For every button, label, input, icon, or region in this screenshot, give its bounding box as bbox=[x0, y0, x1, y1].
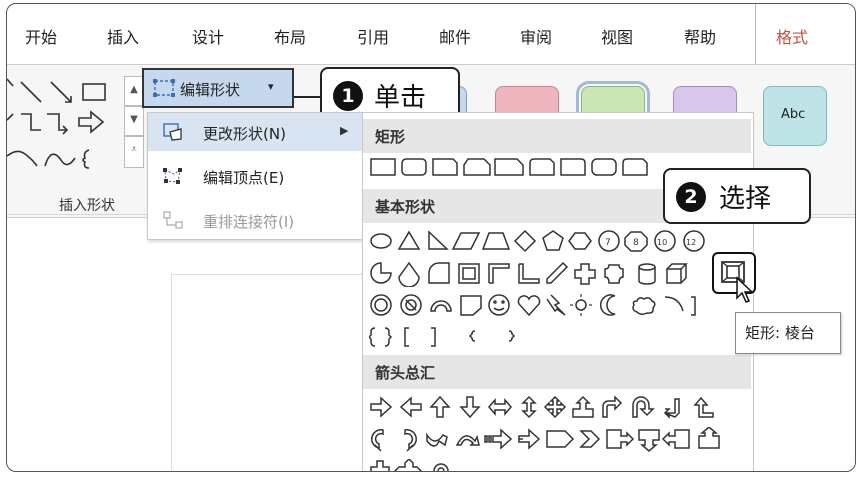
shape-tooltip: 矩形: 棱台 bbox=[735, 312, 841, 354]
tab-review[interactable]: 审阅 bbox=[520, 24, 552, 48]
svg-text:8: 8 bbox=[633, 238, 639, 248]
submenu-arrow-icon: ▶ bbox=[340, 124, 349, 137]
shape-row-basic-2[interactable] bbox=[369, 261, 753, 289]
shape-row-basic-3[interactable] bbox=[369, 293, 753, 321]
step-2-number: 2 bbox=[676, 182, 706, 212]
style-teal[interactable]: Abc bbox=[763, 86, 827, 146]
section-header-rectangles: 矩形 bbox=[363, 119, 751, 153]
shape-row-arrows-2[interactable] bbox=[369, 427, 753, 455]
style-sample-text: Abc bbox=[781, 107, 806, 122]
ribbon-tabs: 开始 插入 设计 布局 引用 邮件 审阅 视图 帮助 格式 bbox=[7, 4, 855, 69]
gallery-scroll-down[interactable]: ▼ bbox=[124, 106, 144, 136]
reroute-connectors-icon bbox=[163, 211, 183, 229]
edit-shape-label: 编辑形状 bbox=[180, 81, 241, 99]
tab-layout[interactable]: 布局 bbox=[274, 24, 306, 48]
section-title: 箭头总汇 bbox=[375, 364, 436, 382]
tab-references[interactable]: 引用 bbox=[357, 24, 389, 48]
menu-item-change-shape[interactable]: 更改形状(N) ▶ bbox=[148, 113, 366, 151]
section-title: 矩形 bbox=[375, 128, 406, 146]
tab-insert[interactable]: 插入 bbox=[107, 24, 139, 48]
svg-text:10: 10 bbox=[657, 238, 667, 247]
section-title: 基本形状 bbox=[375, 198, 436, 216]
edit-shape-menu: 更改形状(N) ▶ 编辑顶点(E) 重排连接符(I) bbox=[147, 112, 367, 240]
block-arrows-row-2[interactable] bbox=[369, 427, 753, 453]
tab-mailings[interactable]: 邮件 bbox=[439, 24, 471, 48]
edit-shape-icon bbox=[153, 79, 175, 97]
basic-shapes-row-3[interactable] bbox=[369, 293, 753, 319]
tab-format[interactable]: 格式 bbox=[776, 24, 808, 48]
menu-item-reroute-connectors: 重排连接符(I) bbox=[148, 201, 366, 239]
tab-design[interactable]: 设计 bbox=[192, 24, 224, 48]
step-1-number: 1 bbox=[333, 81, 363, 111]
shape-row-arrows-1[interactable] bbox=[369, 395, 753, 423]
block-arrows-row-3[interactable] bbox=[369, 459, 469, 472]
word-window: 开始 插入 设计 布局 引用 邮件 审阅 视图 帮助 格式 ▲ ▼ ⩡ 插入形状 bbox=[6, 3, 856, 472]
svg-text:7: 7 bbox=[605, 238, 611, 248]
tab-view[interactable]: 视图 bbox=[601, 24, 633, 48]
menu-item-label: 编辑顶点(E) bbox=[203, 169, 285, 187]
tab-home[interactable]: 开始 bbox=[25, 24, 57, 48]
shape-row-arrows-3[interactable] bbox=[369, 459, 469, 472]
insert-shapes-gallery[interactable] bbox=[7, 74, 125, 182]
section-header-block-arrows: 箭头总汇 bbox=[363, 355, 751, 389]
gallery-scroll-up[interactable]: ▲ bbox=[124, 76, 144, 106]
svg-text:12: 12 bbox=[686, 238, 696, 247]
callout-step-2: 2 选择 bbox=[663, 168, 811, 224]
mouse-cursor-icon bbox=[736, 276, 754, 303]
basic-shapes-row-1[interactable]: 7 8 10 12 bbox=[369, 229, 753, 253]
menu-item-label: 更改形状(N) bbox=[203, 125, 286, 143]
rectangle-shapes[interactable] bbox=[369, 157, 659, 179]
step-1-text: 单击 bbox=[374, 83, 427, 113]
shape-row-basic-4[interactable] bbox=[369, 325, 569, 353]
tooltip-text: 矩形: 棱台 bbox=[745, 324, 815, 342]
menu-item-label: 重排连接符(I) bbox=[203, 213, 295, 231]
tab-help[interactable]: 帮助 bbox=[684, 24, 716, 48]
gallery-expand[interactable]: ⩡ bbox=[124, 136, 144, 168]
change-shape-icon bbox=[163, 123, 182, 141]
group-label-insert-shapes: 插入形状 bbox=[59, 198, 115, 214]
chevron-down-icon: ▾ bbox=[268, 80, 274, 93]
basic-shapes-row-2[interactable] bbox=[369, 261, 753, 287]
menu-item-edit-points[interactable]: 编辑顶点(E) bbox=[148, 157, 366, 195]
change-shape-panel: 矩形 基本形状 7 8 10 12 箭头总汇 bbox=[362, 112, 754, 472]
shape-row-basic-1[interactable]: 7 8 10 12 bbox=[369, 229, 753, 257]
shape-row-rectangles[interactable] bbox=[369, 157, 659, 185]
document-canvas-top bbox=[171, 274, 365, 275]
document-canvas-edge bbox=[171, 274, 172, 470]
basic-shapes-row-4[interactable] bbox=[369, 325, 569, 351]
edit-points-icon bbox=[163, 168, 182, 184]
edit-shape-button[interactable]: 编辑形状 ▾ bbox=[142, 68, 294, 108]
block-arrows-row-1[interactable] bbox=[369, 395, 753, 421]
step-2-text: 选择 bbox=[719, 184, 772, 214]
